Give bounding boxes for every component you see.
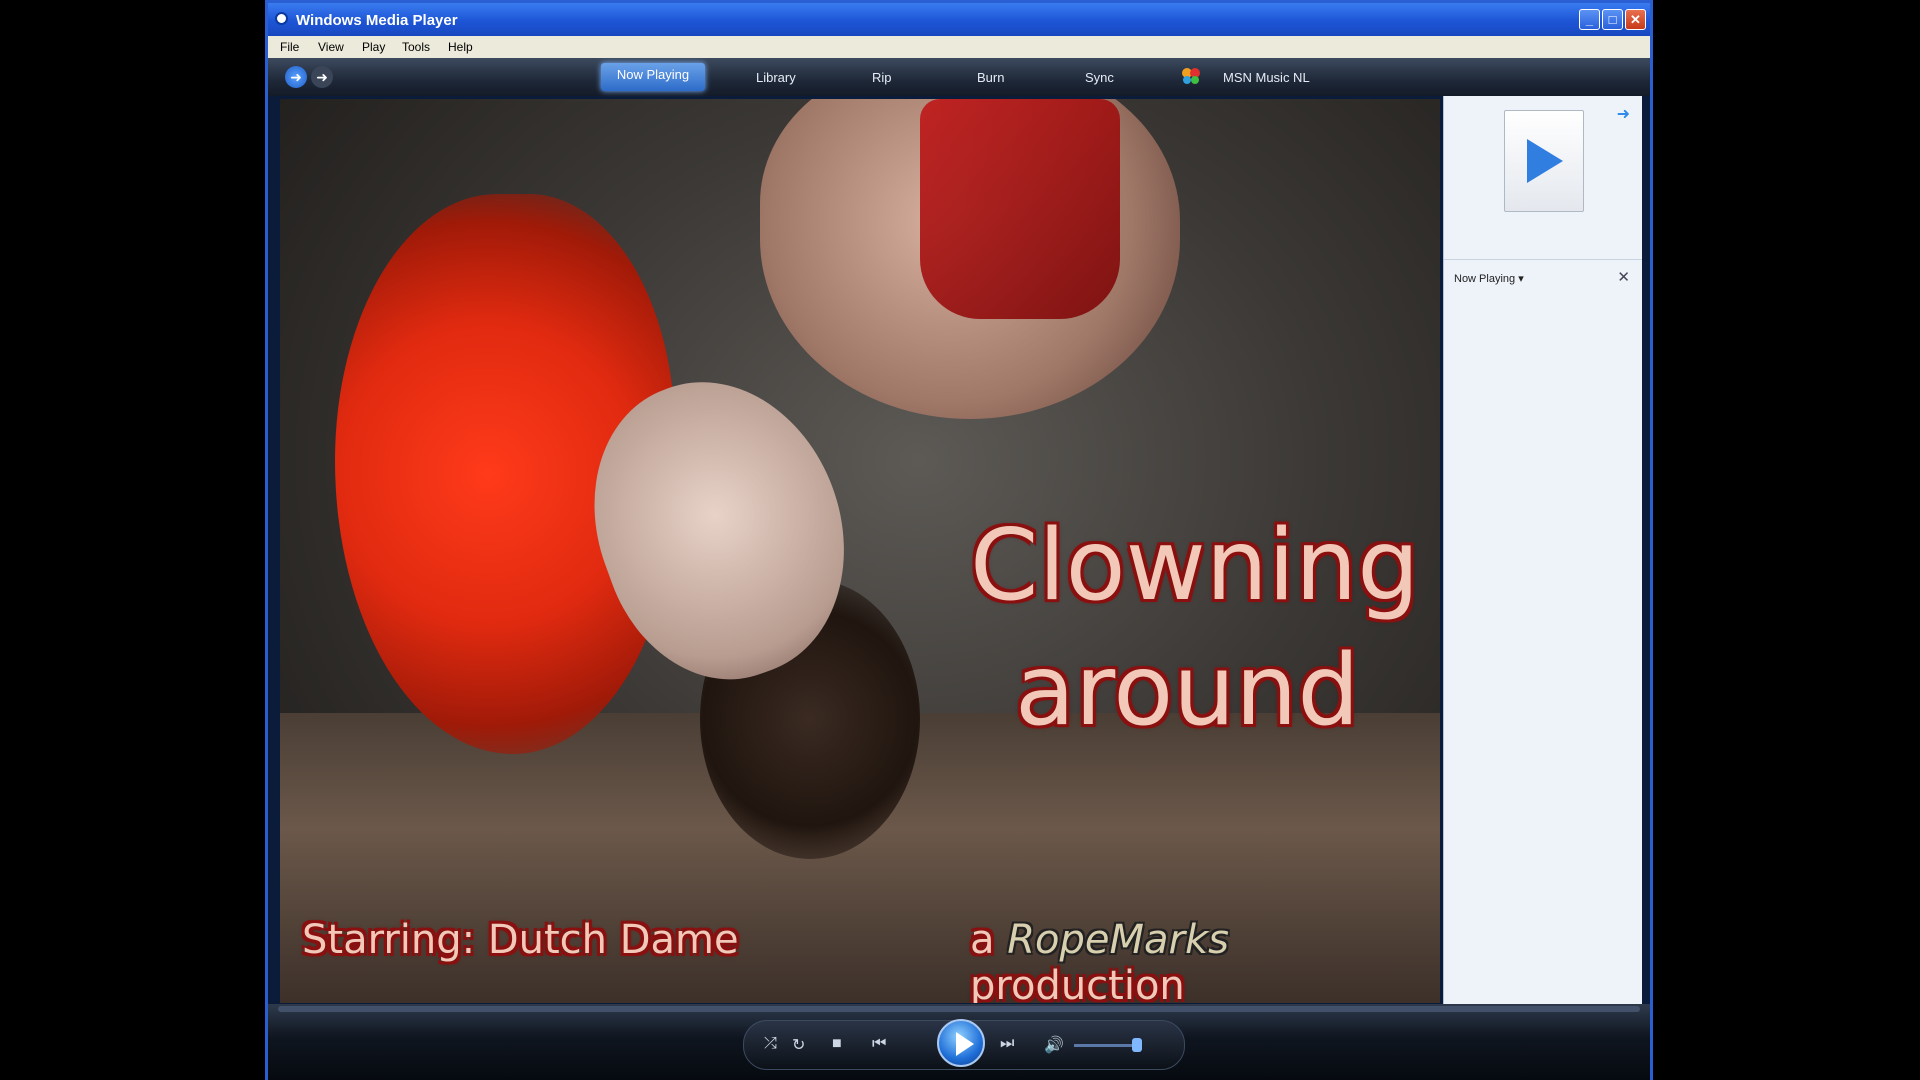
back-button[interactable]: ➜ [285, 66, 307, 88]
window-title: Windows Media Player [296, 12, 458, 29]
tab-library[interactable]: Library [756, 70, 796, 85]
seek-bar[interactable] [278, 1006, 1640, 1012]
menu-bar: File View Play Tools Help [268, 36, 1650, 58]
tab-burn[interactable]: Burn [977, 70, 1004, 85]
task-bar: ➜ ➜ Now Playing Library Rip Burn Sync MS… [268, 58, 1650, 96]
close-button[interactable]: ✕ [1625, 9, 1646, 30]
wmp-window: Windows Media Player _ □ ✕ File View Pla… [265, 0, 1653, 1080]
production-suffix: production [970, 963, 1185, 1003]
back-arrow-icon: ➜ [290, 69, 302, 85]
expand-arrow-icon[interactable]: ➜ [1617, 104, 1630, 124]
transport-controls: ⤮ ↻ ■ ⏮ ⏭ 🔊 [268, 1004, 1650, 1080]
now-playing-dropdown[interactable]: Now Playing ▾ [1454, 272, 1524, 285]
video-title-line2: around [1015, 634, 1360, 748]
video-area[interactable]: Clowning around Starring: Dutch Dame a R… [280, 99, 1440, 1003]
album-art[interactable] [1504, 110, 1584, 212]
forward-arrow-icon: ➜ [316, 69, 328, 85]
previous-icon[interactable]: ⏮ [872, 1035, 886, 1053]
tab-sync[interactable]: Sync [1085, 70, 1114, 85]
menu-view[interactable]: View [318, 40, 344, 54]
menu-help[interactable]: Help [448, 40, 473, 54]
production-brand: RopeMarks [1007, 917, 1229, 963]
tab-msn-music[interactable]: MSN Music NL [1223, 70, 1310, 85]
production-prefix: a [970, 917, 1008, 963]
clear-list-icon[interactable]: ✕ [1617, 268, 1630, 286]
shuffle-icon[interactable]: ⤮ [764, 1035, 777, 1053]
next-icon[interactable]: ⏭ [1000, 1035, 1014, 1053]
video-production: a RopeMarks production [970, 917, 1440, 1003]
volume-knob[interactable] [1132, 1038, 1142, 1052]
stop-icon[interactable]: ■ [832, 1035, 842, 1053]
maximize-icon: □ [1608, 12, 1617, 27]
speaker-icon[interactable]: 🔊 [1044, 1035, 1064, 1055]
forward-button[interactable]: ➜ [311, 66, 333, 88]
menu-file[interactable]: File [280, 40, 299, 54]
title-bar[interactable]: Windows Media Player _ □ ✕ [268, 3, 1650, 36]
divider [1444, 259, 1642, 260]
minimize-icon: _ [1585, 12, 1594, 27]
list-pane: ➜ Now Playing ▾ ✕ [1443, 96, 1642, 1004]
tab-rip[interactable]: Rip [872, 70, 892, 85]
volume-slider[interactable] [1074, 1044, 1134, 1047]
minimize-button[interactable]: _ [1579, 9, 1600, 30]
close-icon: ✕ [1630, 12, 1641, 27]
app-icon [275, 12, 288, 25]
video-starring: Starring: Dutch Dame [302, 917, 739, 963]
play-button[interactable] [937, 1019, 985, 1067]
msn-butterfly-icon [1182, 68, 1200, 84]
video-rope [920, 99, 1120, 319]
play-icon [1527, 139, 1563, 183]
tab-now-playing[interactable]: Now Playing [601, 63, 705, 91]
video-title-line1: Clowning [970, 509, 1420, 623]
control-pod: ⤮ ↻ ■ ⏮ ⏭ 🔊 [743, 1019, 1185, 1070]
menu-play[interactable]: Play [362, 40, 385, 54]
repeat-icon[interactable]: ↻ [792, 1035, 805, 1055]
maximize-button[interactable]: □ [1602, 9, 1623, 30]
menu-tools[interactable]: Tools [402, 40, 430, 54]
